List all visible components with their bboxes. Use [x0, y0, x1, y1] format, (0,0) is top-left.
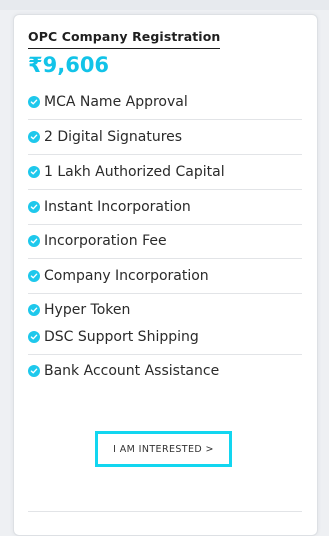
feature-label: Company Incorporation: [44, 268, 209, 284]
feature-item: 1 Lakh Authorized Capital: [28, 155, 302, 190]
feature-label: Instant Incorporation: [44, 199, 191, 215]
plan-title: OPC Company Registration: [28, 29, 221, 49]
feature-item: MCA Name Approval: [28, 85, 302, 120]
check-circle-icon: [28, 304, 40, 316]
pricing-card: OPC Company Registration ₹9,606 MCA Name…: [13, 14, 318, 536]
feature-label: Bank Account Assistance: [44, 363, 220, 379]
plan-price: ₹9,606: [28, 53, 110, 77]
check-circle-icon: [28, 166, 40, 178]
interested-button[interactable]: I AM INTERESTED >: [95, 431, 232, 467]
feature-label: 2 Digital Signatures: [44, 129, 183, 145]
check-circle-icon: [28, 201, 40, 213]
feature-item: Instant Incorporation: [28, 190, 302, 225]
feature-label: MCA Name Approval: [44, 94, 188, 110]
feature-item: Company Incorporation: [28, 259, 302, 294]
feature-item: DSC Support Shipping: [28, 320, 302, 355]
feature-label: Hyper Token: [44, 302, 131, 318]
check-circle-icon: [28, 131, 40, 143]
feature-label: Incorporation Fee: [44, 233, 167, 249]
check-circle-icon: [28, 331, 40, 343]
feature-item: Incorporation Fee: [28, 224, 302, 259]
check-circle-icon: [28, 270, 40, 282]
feature-label: 1 Lakh Authorized Capital: [44, 164, 225, 180]
check-circle-icon: [28, 235, 40, 247]
feature-item: Bank Account Assistance: [28, 354, 302, 388]
feature-label: DSC Support Shipping: [44, 329, 199, 345]
check-circle-icon: [28, 96, 40, 108]
page-top-band: [0, 0, 329, 10]
check-circle-icon: [28, 365, 40, 377]
feature-item: 2 Digital Signatures: [28, 120, 302, 155]
